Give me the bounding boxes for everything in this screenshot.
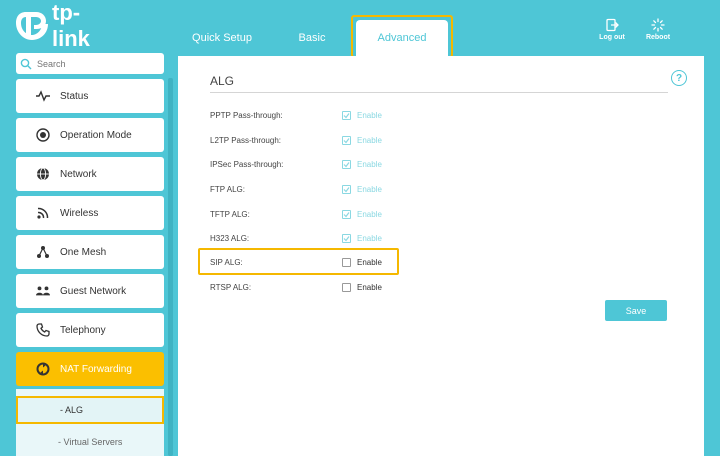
sidebar-item-wireless[interactable]: Wireless <box>16 196 164 230</box>
sidebar-item-label: Wireless <box>60 207 99 219</box>
sidebar-item-operation-mode[interactable]: Operation Mode <box>16 118 164 152</box>
sidebar-item-status[interactable]: Status <box>16 79 164 113</box>
reboot-icon <box>651 18 665 32</box>
alg-row-l2tp: L2TP Pass-through: Enable <box>210 130 650 150</box>
pptp-checkbox[interactable] <box>342 110 351 120</box>
l2tp-checkbox[interactable] <box>342 135 351 145</box>
row-label: FTP ALG: <box>210 184 245 194</box>
sidebar-item-label: NAT Forwarding <box>60 363 132 375</box>
sidebar-item-label: Guest Network <box>60 285 127 297</box>
sidebar-item-label: Network <box>60 168 97 180</box>
search-icon <box>20 58 32 69</box>
checkmark-icon <box>343 112 350 118</box>
tp-link-logo: tp-link <box>14 0 114 51</box>
alg-row-sip: SIP ALG: Enable <box>210 252 650 272</box>
brand-name: tp-link <box>52 0 90 51</box>
checkmark-icon <box>343 186 350 192</box>
alg-row-pptp: PPTP Pass-through: Enable <box>210 105 650 125</box>
row-label: IPSec Pass-through: <box>210 159 284 169</box>
sidebar-item-nat-forwarding[interactable]: NAT Forwarding <box>16 352 164 386</box>
row-label: TFTP ALG: <box>210 209 250 219</box>
option-label: Enable <box>357 233 382 243</box>
logout-label: Log out <box>599 34 625 41</box>
option-label: Enable <box>357 209 382 219</box>
search-box[interactable] <box>16 53 164 74</box>
submenu-item-alg[interactable]: - ALG <box>16 396 164 424</box>
row-label: RTSP ALG: <box>210 282 252 292</box>
section-divider <box>210 92 668 93</box>
row-label: H323 ALG: <box>210 233 250 243</box>
ftp-checkbox[interactable] <box>342 184 351 194</box>
option-label: Enable <box>357 184 382 194</box>
sidebar-item-telephony[interactable]: Telephony <box>16 313 164 347</box>
mesh-icon <box>36 245 50 259</box>
wifi-icon <box>36 206 50 220</box>
option-label: Enable <box>357 282 382 292</box>
alg-row-ftp: FTP ALG: Enable <box>210 179 650 199</box>
sidebar-item-label: Telephony <box>60 324 106 336</box>
header: tp-link Quick Setup Basic Advanced Log o… <box>0 0 720 58</box>
sidebar-item-label: Operation Mode <box>60 129 132 141</box>
tab-basic[interactable]: Basic <box>288 20 336 56</box>
ipsec-checkbox[interactable] <box>342 159 351 169</box>
guests-icon <box>36 284 50 298</box>
nat-icon <box>36 362 50 376</box>
phone-icon <box>36 323 50 337</box>
alg-row-ipsec: IPSec Pass-through: Enable <box>210 154 650 174</box>
logout-button[interactable]: Log out <box>592 18 632 48</box>
option-label: Enable <box>357 135 382 145</box>
sidebar-item-label: Status <box>60 90 89 102</box>
checkmark-icon <box>343 235 350 241</box>
tab-advanced-highlight <box>351 15 453 58</box>
option-label: Enable <box>357 257 382 267</box>
sip-checkbox[interactable] <box>342 257 351 267</box>
globe-icon <box>36 167 50 181</box>
checkmark-icon <box>343 161 350 167</box>
main-panel: ALG ? PPTP Pass-through: Enable L2TP Pas… <box>178 56 704 456</box>
pulse-icon <box>36 89 50 103</box>
row-label: PPTP Pass-through: <box>210 110 283 120</box>
alg-row-rtsp: RTSP ALG: Enable <box>210 277 650 297</box>
option-label: Enable <box>357 159 382 169</box>
submenu-item-virtual-servers[interactable]: - Virtual Servers <box>16 428 164 456</box>
alg-row-tftp: TFTP ALG: Enable <box>210 204 650 224</box>
rtsp-checkbox[interactable] <box>342 282 351 292</box>
sidebar-item-one-mesh[interactable]: One Mesh <box>16 235 164 269</box>
row-label: SIP ALG: <box>210 257 243 267</box>
section-title: ALG <box>210 74 235 88</box>
tp-link-logo-icon <box>14 8 50 44</box>
h323-checkbox[interactable] <box>342 233 351 243</box>
search-input[interactable] <box>37 58 147 69</box>
sidebar-item-label: One Mesh <box>60 246 107 258</box>
tftp-checkbox[interactable] <box>342 209 351 219</box>
sidebar-scrollbar[interactable] <box>168 78 173 456</box>
help-icon[interactable]: ? <box>671 70 687 86</box>
toggle-icon <box>36 128 50 142</box>
tab-quick-setup[interactable]: Quick Setup <box>182 20 262 56</box>
sidebar-item-guest-network[interactable]: Guest Network <box>16 274 164 308</box>
checkmark-icon <box>343 137 350 143</box>
row-label: L2TP Pass-through: <box>210 135 282 145</box>
reboot-button[interactable]: Reboot <box>638 18 678 48</box>
option-label: Enable <box>357 110 382 120</box>
save-button[interactable]: Save <box>605 300 667 321</box>
sidebar: Status Operation Mode Network Wireless O… <box>0 50 176 456</box>
sidebar-item-network[interactable]: Network <box>16 157 164 191</box>
alg-row-h323: H323 ALG: Enable <box>210 228 650 248</box>
checkmark-icon <box>343 211 350 217</box>
logout-icon <box>606 18 619 32</box>
reboot-label: Reboot <box>645 34 671 41</box>
